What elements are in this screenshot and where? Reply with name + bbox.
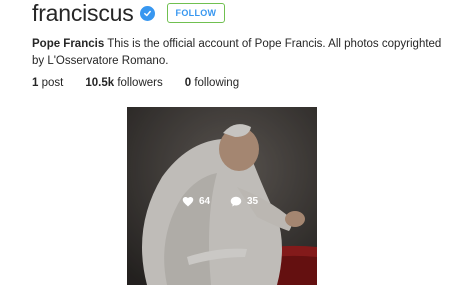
full-name: Pope Francis — [32, 38, 105, 50]
posts-count: 1 — [32, 77, 39, 89]
heart-icon — [182, 197, 194, 207]
likes-count-group: 64 — [182, 196, 210, 207]
profile-bio: Pope Francis This is the official accoun… — [32, 36, 442, 70]
comment-bubble-icon — [230, 196, 242, 207]
following-count: 0 — [184, 77, 192, 89]
post-thumbnail[interactable]: 64 35 — [127, 107, 317, 285]
followers-label: followers — [117, 77, 163, 89]
hover-overlay — [127, 107, 317, 285]
follow-button[interactable]: FOLLOW — [166, 3, 226, 23]
profile-stats: 1 post 10.5k followers 0 following — [32, 77, 261, 89]
following-stat[interactable]: 0 following — [185, 77, 239, 89]
comments-count: 35 — [247, 196, 259, 207]
posts-stat: 1 post — [32, 77, 63, 89]
following-label: following — [194, 77, 240, 89]
followers-count: 10.5k — [85, 77, 115, 89]
profile-header: franciscus FOLLOW — [32, 0, 226, 26]
posts-label: post — [41, 77, 64, 89]
verified-badge-icon — [139, 5, 155, 21]
username: franciscus — [32, 0, 134, 26]
comments-count-group: 35 — [230, 196, 258, 207]
likes-count: 64 — [199, 196, 211, 207]
followers-stat[interactable]: 10.5k followers — [85, 77, 162, 89]
